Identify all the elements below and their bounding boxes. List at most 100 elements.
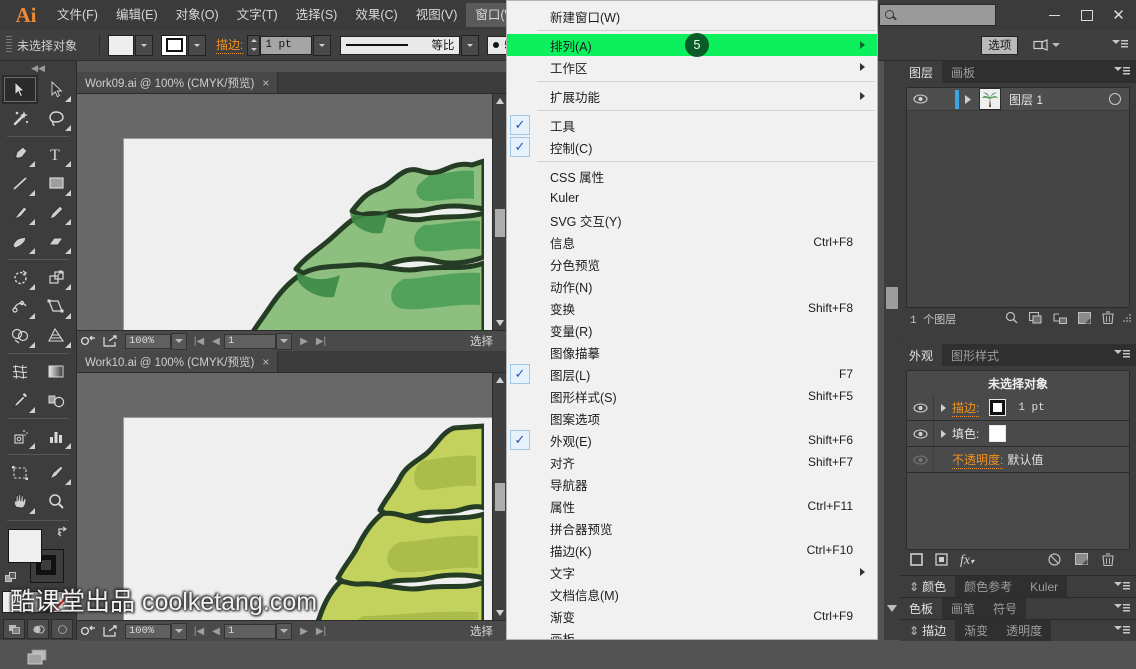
close-button[interactable]: ✕: [1103, 4, 1134, 26]
tab-stroke[interactable]: ⇕ 描边: [900, 620, 956, 641]
layers-panel-menu-icon[interactable]: [1114, 66, 1130, 78]
scroll-up-icon[interactable]: [493, 94, 507, 108]
menu-item-image-trace[interactable]: 图像描摹: [507, 341, 877, 363]
layer-disclosure-triangle-icon[interactable]: [959, 94, 977, 104]
scroll-down-icon[interactable]: [493, 606, 507, 620]
tab-symbols[interactable]: 符号: [984, 598, 1027, 619]
next-artboard-icon[interactable]: ▶: [296, 624, 312, 639]
canvas-area-1[interactable]: [77, 94, 507, 330]
first-artboard-icon[interactable]: |◀: [191, 334, 207, 349]
slice-tool[interactable]: [38, 458, 74, 487]
stroke-weight-dropdown[interactable]: [313, 34, 332, 56]
appearance-row-stroke[interactable]: 描边: 1 pt: [906, 395, 1130, 421]
menu-item-pattern-options[interactable]: 图案选项: [507, 407, 877, 429]
stroke-disclosure-icon[interactable]: [934, 403, 952, 412]
menu-item-separation-preview[interactable]: 分色预览: [507, 253, 877, 275]
menu-item-document-info[interactable]: 文档信息(M): [507, 583, 877, 605]
tab-swatches[interactable]: 色板: [900, 598, 943, 619]
scrollbar-thumb[interactable]: [495, 209, 505, 237]
maximize-button[interactable]: [1071, 4, 1102, 26]
menu-item-gradient[interactable]: 渐变 Ctrl+F9: [507, 605, 877, 627]
dock-collapse-arrow-icon[interactable]: [886, 602, 898, 614]
opacity-visibility-icon[interactable]: [907, 447, 934, 472]
paintbrush-tool[interactable]: [2, 198, 38, 227]
share-on-behance-icon[interactable]: [99, 623, 121, 639]
selection-tool[interactable]: [2, 75, 38, 104]
scroll-up-icon[interactable]: [493, 373, 507, 387]
fill-label[interactable]: 填色:: [952, 425, 979, 442]
direct-selection-tool[interactable]: [38, 75, 74, 104]
opacity-icon[interactable]: [1030, 36, 1052, 55]
draw-behind-button[interactable]: [27, 619, 49, 639]
stroke-swatch[interactable]: [989, 399, 1007, 416]
tab-gradient[interactable]: 渐变: [955, 620, 998, 641]
zoom-level-input-1[interactable]: 100%: [125, 333, 171, 349]
locate-object-icon[interactable]: [1005, 311, 1018, 327]
add-new-fill-icon[interactable]: [935, 553, 948, 569]
symbol-sprayer-tool[interactable]: [2, 422, 38, 451]
appearance-panel-menu-icon[interactable]: [1114, 349, 1130, 361]
fill-color-box[interactable]: [8, 529, 42, 563]
stroke-weight-stepper[interactable]: [247, 34, 261, 56]
stroke-weight-label[interactable]: 描边:: [216, 36, 244, 54]
menu-view[interactable]: 视图(V): [407, 3, 467, 27]
magic-wand-tool[interactable]: [2, 104, 38, 133]
document-tab-work10[interactable]: Work10.ai @ 100% (CMYK/预览) ×: [77, 351, 278, 372]
add-effect-icon[interactable]: fx▾: [960, 553, 974, 569]
close-icon[interactable]: ×: [262, 76, 269, 90]
menu-item-extensions[interactable]: 扩展功能: [507, 85, 877, 107]
perspective-grid-tool[interactable]: [38, 321, 74, 350]
artboard-tool[interactable]: [2, 458, 38, 487]
stroke-weight-input[interactable]: 1 pt: [260, 35, 313, 55]
scrollbar-thumb[interactable]: [495, 483, 505, 511]
appearance-row-fill[interactable]: 填色:: [906, 421, 1130, 447]
pencil-tool[interactable]: [38, 198, 74, 227]
artboard-number-input-2[interactable]: 1: [224, 623, 276, 639]
tab-color[interactable]: ⇕ 颜色: [900, 576, 956, 597]
status-text-2[interactable]: 选择: [470, 623, 493, 639]
layer-visibility-icon[interactable]: [907, 94, 933, 104]
artboard-number-input-1[interactable]: 1: [224, 333, 276, 349]
layer-name[interactable]: 图层 1: [1009, 91, 1043, 108]
zoom-level-input-2[interactable]: 100%: [125, 623, 171, 639]
table-row[interactable]: 图层 1: [907, 88, 1129, 111]
menu-item-artboards[interactable]: 画板: [507, 627, 877, 640]
menu-edit[interactable]: 编辑(E): [107, 3, 167, 27]
tab-brushes[interactable]: 画笔: [942, 598, 985, 619]
menu-item-align[interactable]: 对齐 Shift+F7: [507, 451, 877, 473]
stroke-dropdown-button[interactable]: [188, 34, 207, 56]
menu-item-stroke[interactable]: 描边(K) Ctrl+F10: [507, 539, 877, 561]
stroke-label[interactable]: 描边:: [952, 399, 980, 417]
menu-item-variables[interactable]: 变量(R): [507, 319, 877, 341]
tab-layers[interactable]: 图层: [900, 61, 943, 83]
eraser-tool[interactable]: [38, 227, 74, 256]
menu-item-type[interactable]: 文字: [507, 561, 877, 583]
opacity-label[interactable]: 不透明度:: [952, 451, 1004, 469]
minimize-button[interactable]: [1039, 4, 1070, 26]
duplicate-item-icon[interactable]: [1075, 553, 1088, 569]
create-new-layer-icon[interactable]: [1078, 311, 1091, 327]
menu-item-kuler[interactable]: Kuler: [507, 187, 877, 209]
menu-item-graphic-styles[interactable]: 图形样式(S) Shift+F5: [507, 385, 877, 407]
menu-item-navigator[interactable]: 导航器: [507, 473, 877, 495]
close-icon[interactable]: ×: [262, 355, 269, 369]
window-menu-dropdown[interactable]: 新建窗口(W) 排列(A) 5 工作区 扩展功能 ✓ 工具 ✓ 控制(C) CS…: [506, 0, 878, 640]
search-input[interactable]: [879, 4, 996, 26]
eyedropper-tool[interactable]: [2, 386, 38, 415]
delete-item-icon[interactable]: [1102, 553, 1114, 569]
menu-effect[interactable]: 效果(C): [346, 3, 406, 27]
zoom-dropdown-1[interactable]: [171, 332, 187, 350]
menu-item-flattener-preview[interactable]: 拼合器预览: [507, 517, 877, 539]
menu-item-appearance[interactable]: ✓ 外观(E) Shift+F6: [507, 429, 877, 451]
make-clipping-mask-icon[interactable]: [1028, 311, 1042, 327]
menu-item-transform[interactable]: 变换 Shift+F8: [507, 297, 877, 319]
stroke-visibility-icon[interactable]: [907, 395, 934, 420]
last-artboard-icon[interactable]: ▶|: [313, 334, 329, 349]
draw-inside-button[interactable]: [51, 619, 73, 639]
fill-visibility-icon[interactable]: [907, 421, 934, 446]
lasso-tool[interactable]: [38, 104, 74, 133]
menu-item-css-properties[interactable]: CSS 属性: [507, 165, 877, 187]
variable-width-profile-select[interactable]: 等比: [340, 35, 461, 55]
tab-artboards[interactable]: 画板: [942, 61, 985, 83]
status-text-1[interactable]: 选择: [470, 333, 493, 349]
